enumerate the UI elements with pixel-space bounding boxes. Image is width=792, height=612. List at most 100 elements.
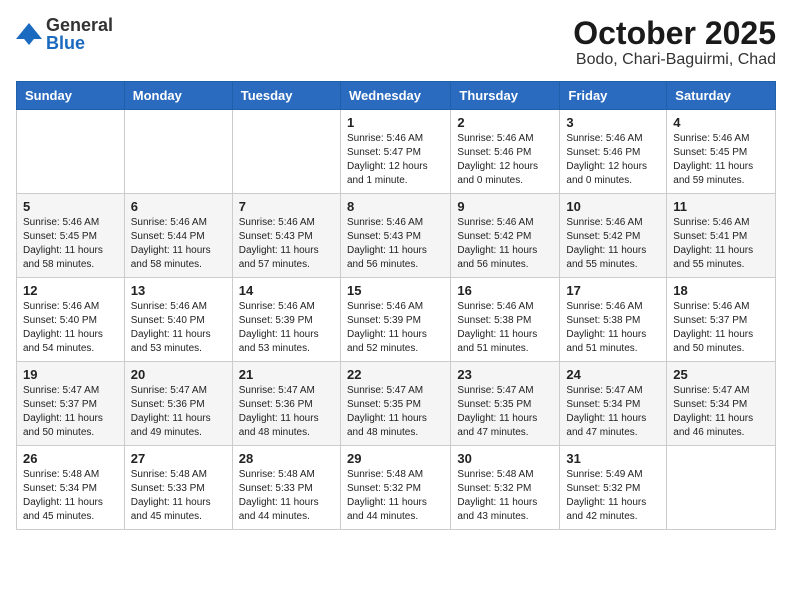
day-info: Sunrise: 5:46 AMSunset: 5:41 PMDaylight:… — [673, 216, 769, 272]
day-number: 25 — [673, 367, 769, 382]
day-number: 19 — [23, 367, 118, 382]
day-info: Sunrise: 5:46 AMSunset: 5:37 PMDaylight:… — [673, 300, 769, 356]
day-number: 22 — [347, 367, 444, 382]
day-number: 26 — [23, 451, 118, 466]
day-info: Sunrise: 5:46 AMSunset: 5:42 PMDaylight:… — [457, 216, 553, 272]
day-info: Sunrise: 5:46 AMSunset: 5:42 PMDaylight:… — [566, 216, 660, 272]
calendar-week-row: 19Sunrise: 5:47 AMSunset: 5:37 PMDayligh… — [17, 362, 776, 446]
calendar-cell: 27Sunrise: 5:48 AMSunset: 5:33 PMDayligh… — [124, 446, 232, 530]
calendar-cell: 17 Sunrise: 5:46 AMSunset: 5:38 PMDayligh… — [560, 278, 667, 362]
day-number: 17 — [566, 283, 660, 298]
calendar-cell: 21 Sunrise: 5:47 AMSunset: 5:36 PMDayligh… — [232, 362, 340, 446]
day-info: Sunrise: 5:46 AMSunset: 5:40 PMDaylight:… — [23, 300, 118, 356]
calendar-cell — [124, 110, 232, 194]
calendar-cell: 19Sunrise: 5:47 AMSunset: 5:37 PMDayligh… — [17, 362, 125, 446]
calendar-cell: 20Sunrise: 5:47 AMSunset: 5:36 PMDayligh… — [124, 362, 232, 446]
weekday-header-thursday: Thursday — [451, 82, 560, 110]
day-info: Sunrise: 5:46 AMSunset: 5:46 PMDaylight:… — [566, 132, 660, 188]
day-info: Sunrise: 5:48 AMSunset: 5:32 PMDaylight:… — [347, 468, 444, 524]
day-info: Sunrise: 5:46 AMSunset: 5:46 PMDaylight:… — [457, 132, 553, 188]
day-number: 9 — [457, 199, 553, 214]
logo: General Blue — [16, 16, 113, 52]
calendar-cell — [232, 110, 340, 194]
day-info: Sunrise: 5:47 AMSunset: 5:34 PMDaylight:… — [566, 384, 660, 440]
day-number: 21 — [239, 367, 334, 382]
calendar-cell: 28 Sunrise: 5:48 AMSunset: 5:33 PMDayligh… — [232, 446, 340, 530]
calendar-cell: 5 Sunrise: 5:46 AMSunset: 5:45 PMDaylight… — [17, 194, 125, 278]
calendar-cell: 23 Sunrise: 5:47 AMSunset: 5:35 PMDayligh… — [451, 362, 560, 446]
weekday-header-saturday: Saturday — [667, 82, 776, 110]
day-info: Sunrise: 5:46 AMSunset: 5:45 PMDaylight:… — [673, 132, 769, 188]
calendar-cell: 30Sunrise: 5:48 AMSunset: 5:32 PMDayligh… — [451, 446, 560, 530]
day-info: Sunrise: 5:47 AMSunset: 5:34 PMDaylight:… — [673, 384, 769, 440]
day-info: Sunrise: 5:48 AMSunset: 5:34 PMDaylight:… — [23, 468, 118, 524]
calendar-cell: 18Sunrise: 5:46 AMSunset: 5:37 PMDayligh… — [667, 278, 776, 362]
calendar-week-row: 1 Sunrise: 5:46 AMSunset: 5:47 PMDaylight… — [17, 110, 776, 194]
calendar-cell: 24 Sunrise: 5:47 AMSunset: 5:34 PMDayligh… — [560, 362, 667, 446]
calendar-cell: 8 Sunrise: 5:46 AMSunset: 5:43 PMDaylight… — [340, 194, 450, 278]
day-number: 11 — [673, 199, 769, 214]
calendar-week-row: 5 Sunrise: 5:46 AMSunset: 5:45 PMDaylight… — [17, 194, 776, 278]
calendar-cell: 22 Sunrise: 5:47 AMSunset: 5:35 PMDayligh… — [340, 362, 450, 446]
day-info: Sunrise: 5:46 AMSunset: 5:39 PMDaylight:… — [347, 300, 444, 356]
day-number: 29 — [347, 451, 444, 466]
day-number: 20 — [131, 367, 226, 382]
day-number: 27 — [131, 451, 226, 466]
calendar-cell: 9 Sunrise: 5:46 AMSunset: 5:42 PMDaylight… — [451, 194, 560, 278]
calendar-cell: 10 Sunrise: 5:46 AMSunset: 5:42 PMDayligh… — [560, 194, 667, 278]
day-info: Sunrise: 5:47 AMSunset: 5:35 PMDaylight:… — [457, 384, 553, 440]
day-info: Sunrise: 5:46 AMSunset: 5:38 PMDaylight:… — [457, 300, 553, 356]
day-info: Sunrise: 5:49 AMSunset: 5:32 PMDaylight:… — [566, 468, 660, 524]
day-number: 6 — [131, 199, 226, 214]
calendar-table: SundayMondayTuesdayWednesdayThursdayFrid… — [16, 81, 776, 530]
calendar-cell: 15Sunrise: 5:46 AMSunset: 5:39 PMDayligh… — [340, 278, 450, 362]
day-number: 1 — [347, 115, 444, 130]
day-number: 13 — [131, 283, 226, 298]
weekday-header-wednesday: Wednesday — [340, 82, 450, 110]
day-info: Sunrise: 5:47 AMSunset: 5:36 PMDaylight:… — [239, 384, 334, 440]
day-number: 16 — [457, 283, 553, 298]
day-info: Sunrise: 5:46 AMSunset: 5:43 PMDaylight:… — [347, 216, 444, 272]
calendar-cell: 11 Sunrise: 5:46 AMSunset: 5:41 PMDayligh… — [667, 194, 776, 278]
day-number: 24 — [566, 367, 660, 382]
calendar-cell: 12 Sunrise: 5:46 AMSunset: 5:40 PMDayligh… — [17, 278, 125, 362]
logo-blue: Blue — [46, 34, 113, 52]
calendar-cell: 3 Sunrise: 5:46 AMSunset: 5:46 PMDaylight… — [560, 110, 667, 194]
calendar-cell: 31 Sunrise: 5:49 AMSunset: 5:32 PMDayligh… — [560, 446, 667, 530]
day-info: Sunrise: 5:46 AMSunset: 5:44 PMDaylight:… — [131, 216, 226, 272]
day-info: Sunrise: 5:46 AMSunset: 5:39 PMDaylight:… — [239, 300, 334, 356]
calendar-cell: 29 Sunrise: 5:48 AMSunset: 5:32 PMDayligh… — [340, 446, 450, 530]
calendar-header-row: SundayMondayTuesdayWednesdayThursdayFrid… — [17, 82, 776, 110]
day-number: 5 — [23, 199, 118, 214]
calendar-week-row: 12 Sunrise: 5:46 AMSunset: 5:40 PMDayligh… — [17, 278, 776, 362]
calendar-cell — [17, 110, 125, 194]
day-info: Sunrise: 5:48 AMSunset: 5:32 PMDaylight:… — [457, 468, 553, 524]
day-info: Sunrise: 5:47 AMSunset: 5:35 PMDaylight:… — [347, 384, 444, 440]
calendar-cell: 1 Sunrise: 5:46 AMSunset: 5:47 PMDaylight… — [340, 110, 450, 194]
day-number: 10 — [566, 199, 660, 214]
location-title: Bodo, Chari-Baguirmi, Chad — [573, 51, 776, 69]
day-info: Sunrise: 5:46 AMSunset: 5:38 PMDaylight:… — [566, 300, 660, 356]
day-number: 2 — [457, 115, 553, 130]
day-info: Sunrise: 5:46 AMSunset: 5:43 PMDaylight:… — [239, 216, 334, 272]
calendar-cell: 6 Sunrise: 5:46 AMSunset: 5:44 PMDaylight… — [124, 194, 232, 278]
day-info: Sunrise: 5:46 AMSunset: 5:45 PMDaylight:… — [23, 216, 118, 272]
calendar-cell: 7Sunrise: 5:46 AMSunset: 5:43 PMDaylight… — [232, 194, 340, 278]
day-number: 28 — [239, 451, 334, 466]
calendar-week-row: 26 Sunrise: 5:48 AMSunset: 5:34 PMDayligh… — [17, 446, 776, 530]
day-number: 8 — [347, 199, 444, 214]
day-number: 31 — [566, 451, 660, 466]
calendar-cell: 26 Sunrise: 5:48 AMSunset: 5:34 PMDayligh… — [17, 446, 125, 530]
day-number: 3 — [566, 115, 660, 130]
day-number: 4 — [673, 115, 769, 130]
weekday-header-monday: Monday — [124, 82, 232, 110]
day-number: 23 — [457, 367, 553, 382]
day-number: 12 — [23, 283, 118, 298]
weekday-header-sunday: Sunday — [17, 82, 125, 110]
calendar-cell: 16 Sunrise: 5:46 AMSunset: 5:38 PMDayligh… — [451, 278, 560, 362]
weekday-header-tuesday: Tuesday — [232, 82, 340, 110]
calendar-cell: 4 Sunrise: 5:46 AMSunset: 5:45 PMDaylight… — [667, 110, 776, 194]
day-info: Sunrise: 5:48 AMSunset: 5:33 PMDaylight:… — [239, 468, 334, 524]
calendar-cell: 25 Sunrise: 5:47 AMSunset: 5:34 PMDayligh… — [667, 362, 776, 446]
day-info: Sunrise: 5:46 AMSunset: 5:47 PMDaylight:… — [347, 132, 444, 188]
